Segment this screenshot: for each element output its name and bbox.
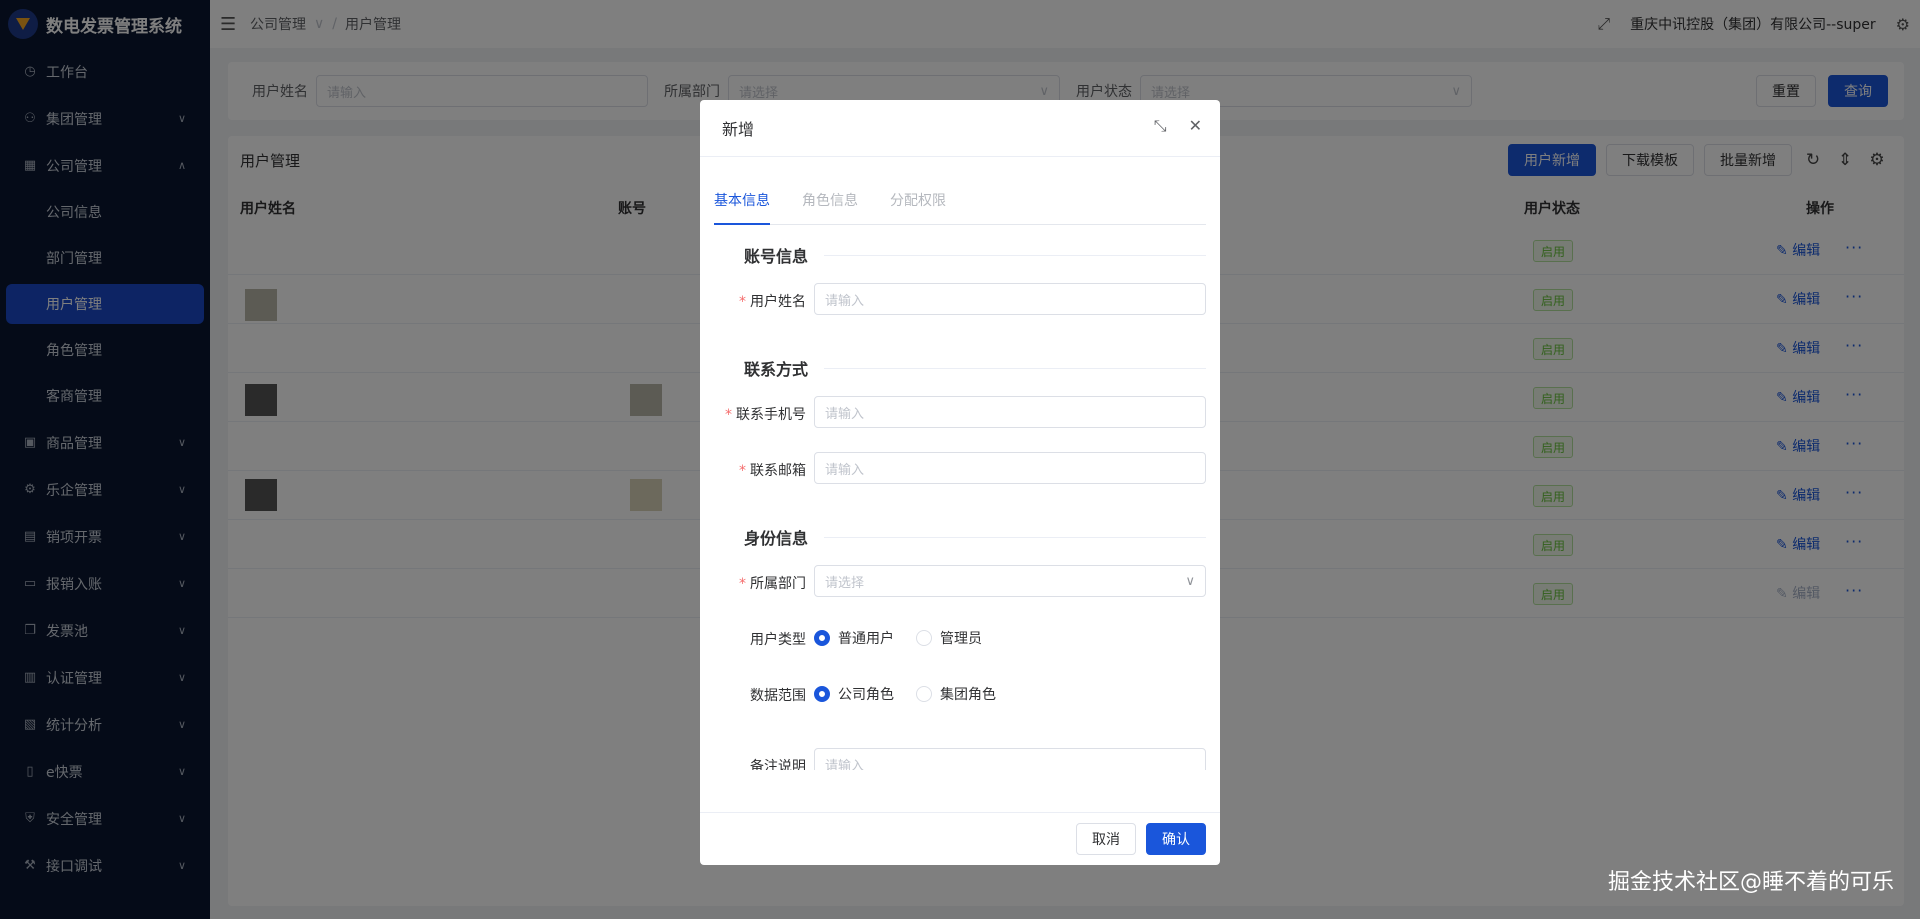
form-row-dept: * 所属部门 请选择 ∨ xyxy=(700,565,1220,597)
confirm-button[interactable]: 确认 xyxy=(1146,823,1206,855)
field-label: * 联系手机号 xyxy=(725,407,806,423)
tab-role-info[interactable]: 角色信息 xyxy=(802,190,858,225)
chevron-down-icon: ∨ xyxy=(1185,573,1195,589)
form-row-username: * 用户姓名 请输入 xyxy=(700,283,1220,315)
dialog-tabs: 基本信息 角色信息 分配权限 xyxy=(714,190,1206,225)
field-label: 备注说明 xyxy=(750,759,806,770)
field-label: * 用户姓名 xyxy=(739,294,806,310)
email-input[interactable]: 请输入 xyxy=(814,452,1206,484)
form-row-phone: * 联系手机号 请输入 xyxy=(700,396,1220,428)
radio-group-role[interactable]: 集团角色 xyxy=(916,684,996,704)
form-row-data-scope: 数据范围 公司角色 集团角色 xyxy=(700,677,1220,709)
field-label: * 联系邮箱 xyxy=(739,463,806,479)
section-title: 账号信息 xyxy=(744,247,809,266)
remark-textarea[interactable]: 请输入 xyxy=(814,748,1206,770)
section-account: 账号信息 xyxy=(714,240,1206,270)
tab-basic-info[interactable]: 基本信息 xyxy=(714,190,770,225)
section-title: 身份信息 xyxy=(744,529,809,548)
watermark: 掘金技术社区@睡不着的可乐 xyxy=(1607,870,1894,895)
section-title: 联系方式 xyxy=(744,360,809,379)
section-identity: 身份信息 xyxy=(714,522,1206,552)
form-row-user-type: 用户类型 普通用户 管理员 xyxy=(700,621,1220,653)
section-contact: 联系方式 xyxy=(714,353,1206,383)
radio-admin[interactable]: 管理员 xyxy=(916,628,982,648)
field-label: 数据范围 xyxy=(750,688,806,704)
username-input[interactable]: 请输入 xyxy=(814,283,1206,315)
dept-select[interactable]: 请选择 ∨ xyxy=(814,565,1206,597)
tab-permissions[interactable]: 分配权限 xyxy=(890,190,946,225)
form-row-remark: 备注说明 请输入 xyxy=(700,748,1220,770)
field-label: 用户类型 xyxy=(750,632,806,648)
form-row-email: * 联系邮箱 请输入 xyxy=(700,452,1220,484)
field-label: * 所属部门 xyxy=(739,576,806,592)
dialog-form: 账号信息 * 用户姓名 请输入 联系方式 * 联系手机号 请输入 * 联系邮箱 请输入… xyxy=(700,235,1220,770)
cancel-button[interactable]: 取消 xyxy=(1076,823,1136,855)
phone-input[interactable]: 请输入 xyxy=(814,396,1206,428)
dialog-title: 新增 xyxy=(722,120,755,139)
radio-company-role[interactable]: 公司角色 xyxy=(814,684,894,704)
fullscreen-icon[interactable]: ⤡ xyxy=(1154,116,1167,136)
radio-normal-user[interactable]: 普通用户 xyxy=(814,628,894,648)
add-user-dialog: 新增 ⤡ ✕ 基本信息 角色信息 分配权限 账号信息 * 用户姓名 请输入 联系方… xyxy=(700,100,1220,865)
close-icon[interactable]: ✕ xyxy=(1189,116,1202,136)
